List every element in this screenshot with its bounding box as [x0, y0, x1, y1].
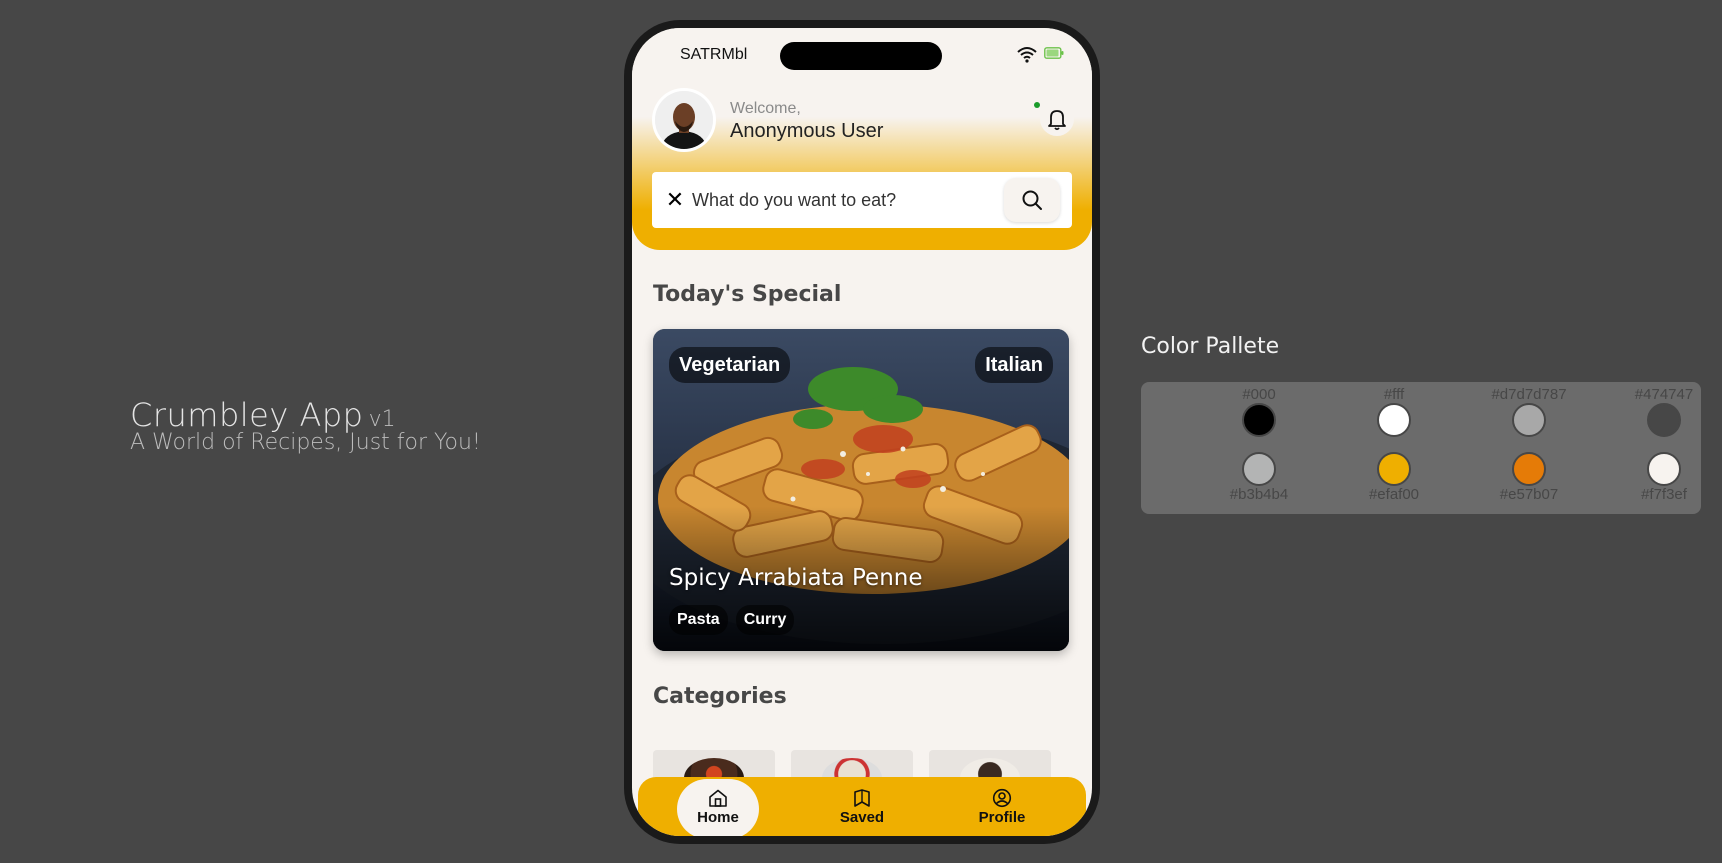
- battery-icon: [1044, 47, 1064, 59]
- profile-icon: [992, 788, 1012, 808]
- search-icon: [1022, 190, 1042, 210]
- swatch-hex: #e57b07: [1499, 486, 1559, 503]
- swatch-orange: #e57b07: [1474, 452, 1584, 503]
- phone-screen: SATRMbl Welcome, Anonymous User ✕ What d…: [632, 28, 1092, 836]
- swatch-dot: [1242, 452, 1276, 486]
- swatch-dot: [1377, 452, 1411, 486]
- swatch-cream: #f7f3ef: [1609, 452, 1719, 503]
- swatch-hex: #000: [1242, 386, 1276, 403]
- nav-saved-label: Saved: [839, 809, 885, 826]
- brand-block: Crumbley App v1 A World of Recipes, Just…: [130, 396, 481, 455]
- search-bar: ✕ What do you want to eat?: [652, 172, 1072, 228]
- username: Anonymous User: [730, 120, 884, 142]
- swatch-dot: [1377, 403, 1411, 437]
- swatch-light-gray-alpha: #d7d7d787: [1474, 386, 1584, 437]
- bell-icon[interactable]: [1040, 102, 1074, 136]
- bookmark-icon: [854, 789, 870, 807]
- badge-cuisine: Italian: [975, 347, 1053, 383]
- swatch-white: #fff: [1339, 386, 1449, 437]
- categories-title: Categories: [653, 684, 787, 709]
- close-icon[interactable]: ✕: [664, 189, 686, 211]
- nav-home[interactable]: Home: [648, 777, 788, 836]
- dish-title: Spicy Arrabiata Penne: [669, 565, 923, 591]
- welcome-text: Welcome,: [730, 100, 801, 117]
- swatch-hex: #fff: [1383, 386, 1405, 403]
- swatch-dot: [1242, 403, 1276, 437]
- swatch-dot: [1647, 452, 1681, 486]
- dynamic-island: [780, 42, 942, 70]
- swatch-black: #000: [1204, 386, 1314, 437]
- nav-home-label: Home: [697, 809, 739, 826]
- search-input[interactable]: What do you want to eat?: [692, 190, 896, 211]
- badge-vegetarian: Vegetarian: [669, 347, 791, 383]
- color-palette: #000 #fff #d7d7d787 #474747 #b3b4b4 #efa…: [1141, 382, 1701, 514]
- swatch-gray: #b3b4b4: [1204, 452, 1314, 503]
- bottom-nav: Home Saved Profile: [638, 777, 1086, 836]
- search-button[interactable]: [1004, 178, 1060, 222]
- avatar-photo: [655, 91, 713, 149]
- special-card[interactable]: Vegetarian Italian Spicy Arrabiata Penne…: [653, 329, 1069, 651]
- tag-chip: Curry: [735, 605, 795, 635]
- nav-saved[interactable]: Saved: [792, 777, 932, 836]
- swatch-hex: #efaf00: [1368, 486, 1420, 503]
- tag-chip: Pasta: [669, 605, 728, 635]
- swatch-hex: #d7d7d787: [1491, 386, 1567, 403]
- avatar[interactable]: [652, 88, 716, 152]
- swatch-yellow: #efaf00: [1339, 452, 1449, 503]
- nav-profile-label: Profile: [978, 809, 1026, 826]
- app-version: v1: [368, 407, 396, 432]
- nav-profile[interactable]: Profile: [932, 777, 1072, 836]
- home-icon: [709, 789, 727, 807]
- app-tagline: A World of Recipes, Just for You!: [130, 430, 481, 455]
- todays-special-title: Today's Special: [653, 282, 842, 307]
- swatch-dot: [1512, 403, 1546, 437]
- app-name: Crumbley App: [130, 396, 364, 434]
- phone-frame: SATRMbl Welcome, Anonymous User ✕ What d…: [624, 20, 1100, 844]
- swatch-dark-gray: #474747: [1609, 386, 1719, 437]
- dish-tags: Pasta Curry: [669, 605, 795, 635]
- swatch-hex: #f7f3ef: [1641, 486, 1687, 503]
- swatch-hex: #b3b4b4: [1229, 486, 1289, 503]
- swatch-hex: #474747: [1634, 386, 1694, 403]
- wifi-icon: [1017, 47, 1037, 63]
- swatch-dot: [1512, 452, 1546, 486]
- swatch-dot: [1647, 403, 1681, 437]
- palette-title: Color Pallete: [1141, 334, 1280, 359]
- status-carrier: SATRMbl: [680, 46, 748, 63]
